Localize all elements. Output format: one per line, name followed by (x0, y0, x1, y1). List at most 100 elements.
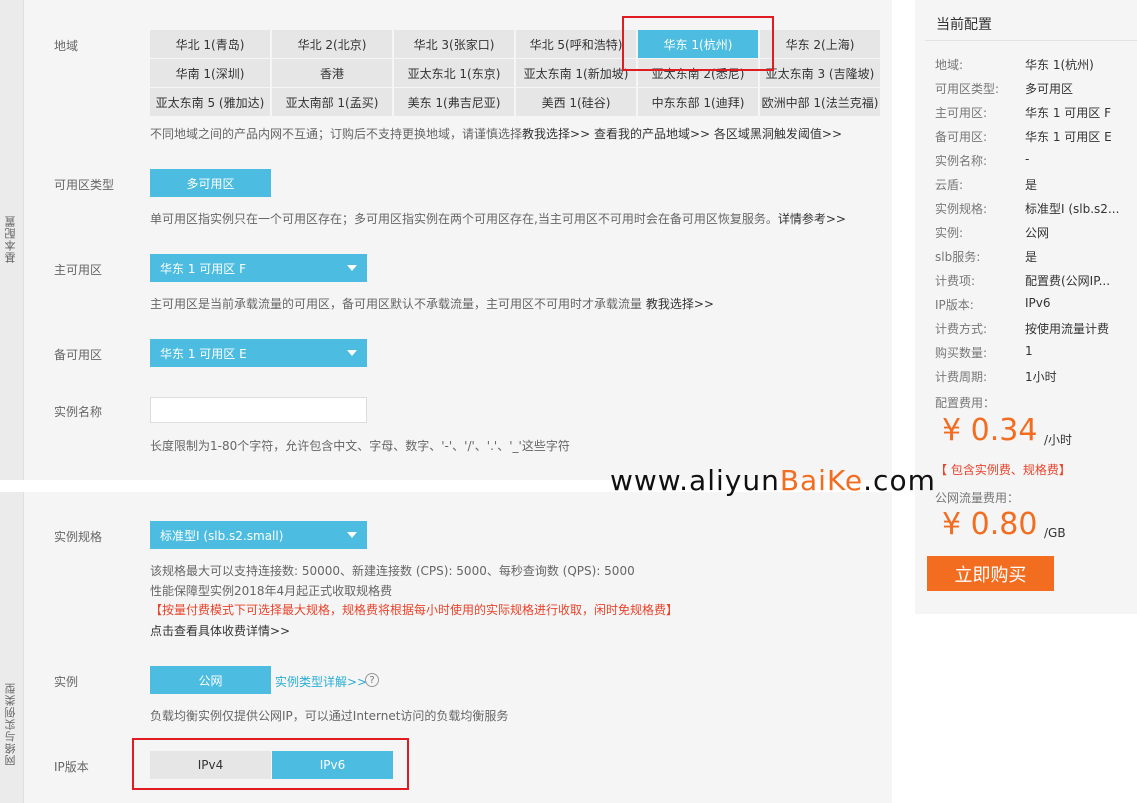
traffic-price: ¥ 0.80 (942, 507, 1038, 542)
config-value: 多可用区 (1025, 82, 1074, 96)
instance-name-label: 实例名称 (54, 405, 103, 419)
config-key: 计费项: (935, 274, 976, 288)
region-option[interactable]: 中东东部 1(迪拜) (638, 88, 758, 116)
spec-warning: 【按量付费模式下可选择最大规格，规格费将根据每小时使用的实际规格进行收取，闲时免… (150, 603, 679, 617)
config-value: 是 (1025, 178, 1038, 192)
region-option[interactable]: 亚太东南 1(新加坡) (516, 59, 636, 87)
primary-zone-select[interactable]: 华东 1 可用区 F (150, 254, 367, 282)
backup-zone-value: 华东 1 可用区 E (160, 346, 247, 361)
config-value: IPv6 (1025, 296, 1051, 310)
config-value: 1小时 (1025, 370, 1057, 384)
config-value: 公网 (1025, 226, 1050, 240)
region-option[interactable]: 亚太东南 3 (吉隆坡) (760, 59, 880, 87)
instance-name-input[interactable] (150, 397, 367, 423)
config-key: 地域: (935, 58, 964, 72)
primary-zone-hint: 主可用区是当前承载流量的可用区，备可用区默认不承载流量，主可用区不可用时才承载流… (150, 295, 714, 312)
zone-type-hint: 单可用区指实例只在一个可用区存在；多可用区指实例在两个可用区存在,当主可用区不可… (150, 210, 846, 227)
zone-type-hint-text: 单可用区指实例只在一个可用区存在；多可用区指实例在两个可用区存在,当主可用区不可… (150, 212, 778, 226)
public-network-button[interactable]: 公网 (150, 666, 271, 694)
divider (925, 40, 1137, 41)
my-regions-link[interactable]: 查看我的产品地域>> (594, 127, 710, 141)
spec-value: 标准型I (slb.s2.small) (160, 528, 284, 543)
config-value: 配置费(公网IP... (1025, 274, 1111, 288)
config-value: - (1025, 152, 1030, 166)
watermark-suffix: .com (863, 464, 936, 497)
region-option[interactable]: 华北 5(呼和浩特) (516, 30, 636, 58)
watermark-prefix: www.aliyun (610, 464, 780, 497)
backup-zone-label: 备可用区 (54, 348, 103, 362)
config-fee-note: 【 包含实例费、规格费】 (935, 463, 1071, 477)
region-option[interactable]: 美东 1(弗吉尼亚) (394, 88, 514, 116)
highlight-box-region (622, 16, 774, 71)
config-value: 是 (1025, 250, 1038, 264)
instance-type-detail-link[interactable]: 实例类型详解>> (275, 673, 367, 690)
zone-help-link[interactable]: 教我选择>> (646, 297, 714, 311)
config-key: 实例名称: (935, 154, 988, 168)
spec-label: 实例规格 (54, 530, 103, 544)
instance-name-hint: 长度限制为1-80个字符，允许包含中文、字母、数字、'-'、'/'、'.'、'_… (150, 439, 570, 453)
region-option[interactable]: 欧洲中部 1(法兰克福) (760, 88, 880, 116)
primary-zone-label: 主可用区 (54, 263, 103, 277)
spec-capacity-text: 该规格最大可以支持连接数: 50000、新建连接数 (CPS): 5000、每秒… (150, 564, 635, 578)
zone-detail-link[interactable]: 详情参考>> (778, 212, 846, 226)
fee-detail-link[interactable]: 点击查看具体收费详情>> (150, 622, 290, 639)
tab-basic-config[interactable]: 基本配置 (0, 0, 24, 480)
instance-hint: 负载均衡实例仅提供公网IP，可以通过Internet访问的负载均衡服务 (150, 709, 509, 723)
config-fee-label-text: 配置费用： (935, 396, 996, 410)
config-key: 可用区类型: (935, 82, 1000, 96)
config-price: ¥ 0.34 (942, 413, 1038, 448)
region-option[interactable]: 华南 1(深圳) (150, 59, 270, 87)
config-value: 标准型I (slb.s2... (1025, 202, 1120, 216)
region-option[interactable]: 华东 2(上海) (760, 30, 880, 58)
blackhole-threshold-link[interactable]: 各区域黑洞触发阈值>> (714, 127, 842, 141)
traffic-price-unit: /GB (1044, 526, 1066, 540)
region-option[interactable]: 亚太东南 5 (雅加达) (150, 88, 270, 116)
config-value: 华东 1(杭州) (1025, 58, 1094, 72)
config-price-unit: /小时 (1044, 433, 1073, 447)
tab-network-instance[interactable]: 网络与实例类型 (0, 492, 24, 803)
region-option[interactable]: 华北 1(青岛) (150, 30, 270, 58)
region-label: 地域 (54, 39, 79, 53)
config-key: 主可用区: (935, 106, 988, 120)
region-option[interactable]: 美西 1(硅谷) (516, 88, 636, 116)
primary-zone-value: 华东 1 可用区 F (160, 261, 246, 276)
config-key: 备可用区: (935, 130, 988, 144)
region-hint: 不同地域之间的产品内网不互通；订购后不支持更换地域，请谨慎选择教我选择>> 查看… (150, 125, 842, 142)
ip-version-label: IP版本 (54, 760, 89, 774)
multi-zone-button[interactable]: 多可用区 (150, 169, 271, 197)
region-option[interactable]: 华北 3(张家口) (394, 30, 514, 58)
panel-title: 当前配置 (936, 17, 992, 33)
config-value: 1 (1025, 344, 1033, 358)
config-key: 实例: (935, 226, 964, 240)
config-key: IP版本: (935, 298, 974, 312)
watermark: www.aliyunBaiKe.com (610, 464, 936, 497)
config-key: slb服务: (935, 250, 981, 264)
region-hint-text: 不同地域之间的产品内网不互通；订购后不支持更换地域，请谨慎选择 (150, 127, 523, 141)
highlight-box-ip-version (132, 738, 409, 790)
config-key: 实例规格: (935, 202, 988, 216)
config-key: 购买数量: (935, 346, 988, 360)
region-option[interactable]: 亚太东北 1(东京) (394, 59, 514, 87)
zone-type-label: 可用区类型 (54, 178, 115, 192)
tab-basic-config-label: 基本配置 (4, 215, 17, 263)
spec-select[interactable]: 标准型I (slb.s2.small) (150, 521, 367, 549)
chevron-down-icon (347, 532, 357, 538)
watermark-accent: BaiKe (779, 464, 864, 497)
region-option[interactable]: 亚太南部 1(孟买) (272, 88, 392, 116)
region-help-link[interactable]: 教我选择>> (522, 127, 590, 141)
primary-zone-hint-text: 主可用区是当前承载流量的可用区，备可用区默认不承载流量，主可用区不可用时才承载流… (150, 297, 643, 311)
current-config-panel: 当前配置 地域: 华东 1(杭州) 可用区类型: 多可用区 主可用区: 华东 1 可用… (915, 0, 1137, 614)
spec-fee-notice: 性能保障型实例2018年4月起正式收取规格费 (150, 584, 393, 598)
backup-zone-select[interactable]: 华东 1 可用区 E (150, 339, 367, 367)
config-key: 计费方式: (935, 322, 988, 336)
chevron-down-icon (347, 350, 357, 356)
traffic-fee-label-text: 公网流量费用： (935, 491, 1020, 505)
config-key: 云盾: (935, 178, 964, 192)
buy-now-button[interactable]: 立即购买 (927, 556, 1054, 591)
region-option[interactable]: 香港 (272, 59, 392, 87)
config-value: 华东 1 可用区 E (1025, 130, 1112, 144)
help-icon[interactable]: ? (365, 673, 379, 687)
region-option[interactable]: 华北 2(北京) (272, 30, 392, 58)
instance-label: 实例 (54, 675, 79, 689)
chevron-down-icon (347, 265, 357, 271)
